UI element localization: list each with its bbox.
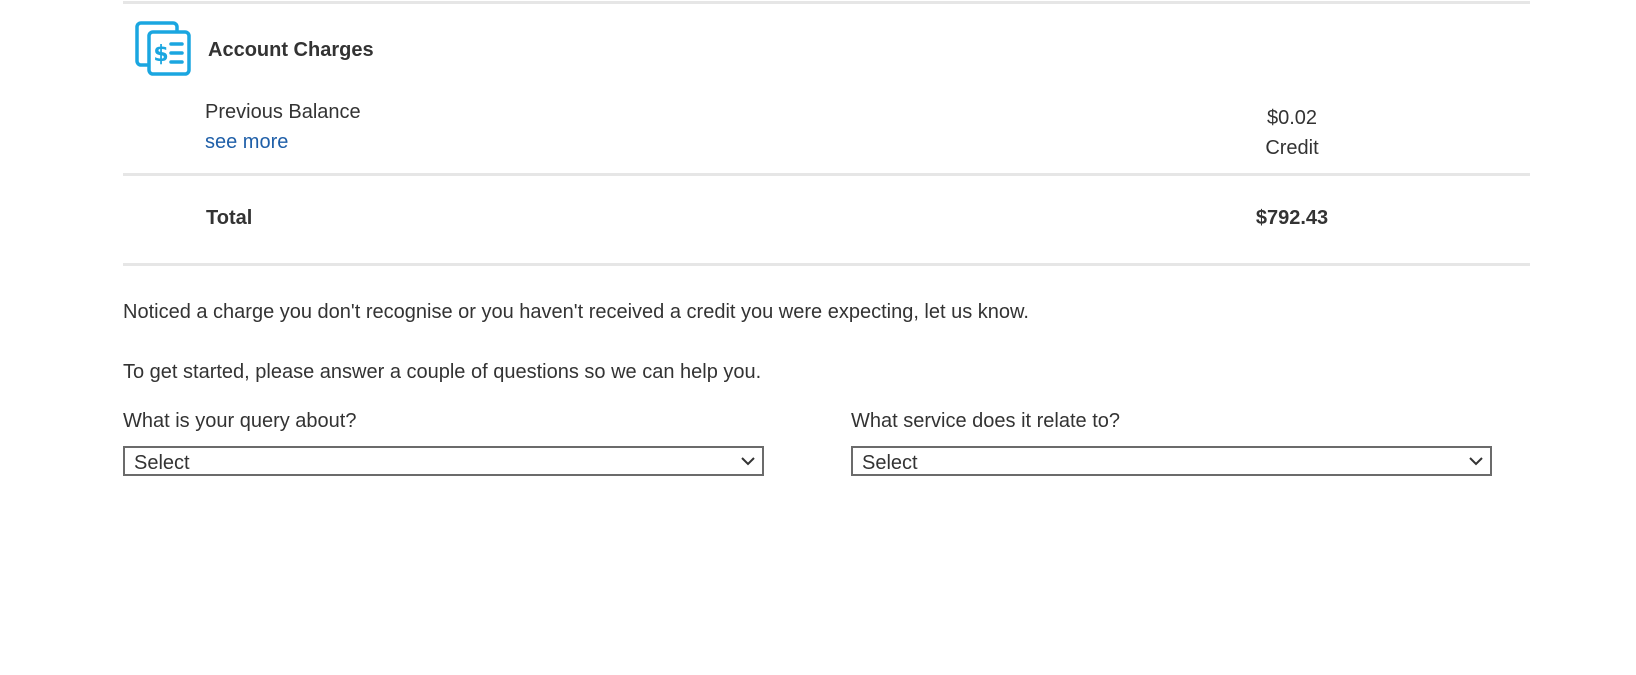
section-title: Account Charges [208, 39, 374, 61]
total-label: Total [206, 207, 253, 229]
previous-balance-credit-note: Credit [1265, 137, 1319, 159]
previous-balance-label: Previous Balance [205, 101, 361, 123]
service-relate-label: What service does it relate to? [851, 410, 1121, 432]
total-amount: $792.43 [1255, 207, 1329, 229]
svg-text:$: $ [153, 42, 168, 67]
chevron-down-icon [741, 457, 755, 466]
help-prompt-text: To get started, please answer a couple o… [123, 361, 762, 383]
chevron-down-icon [1469, 457, 1483, 466]
previous-balance-amount: $0.02 [1266, 107, 1318, 129]
top-divider [123, 1, 1530, 4]
divider [123, 263, 1530, 266]
see-more-link[interactable]: see more [205, 131, 288, 154]
help-intro-text: Noticed a charge you don't recognise or … [123, 301, 1029, 323]
service-relate-select-value: Select [862, 452, 918, 474]
service-relate-select[interactable]: Select [851, 446, 1492, 476]
billing-document-icon: $ [135, 21, 191, 76]
divider [123, 173, 1530, 176]
query-about-label: What is your query about? [123, 410, 357, 432]
query-about-select[interactable]: Select [123, 446, 764, 476]
query-about-select-value: Select [134, 452, 190, 474]
